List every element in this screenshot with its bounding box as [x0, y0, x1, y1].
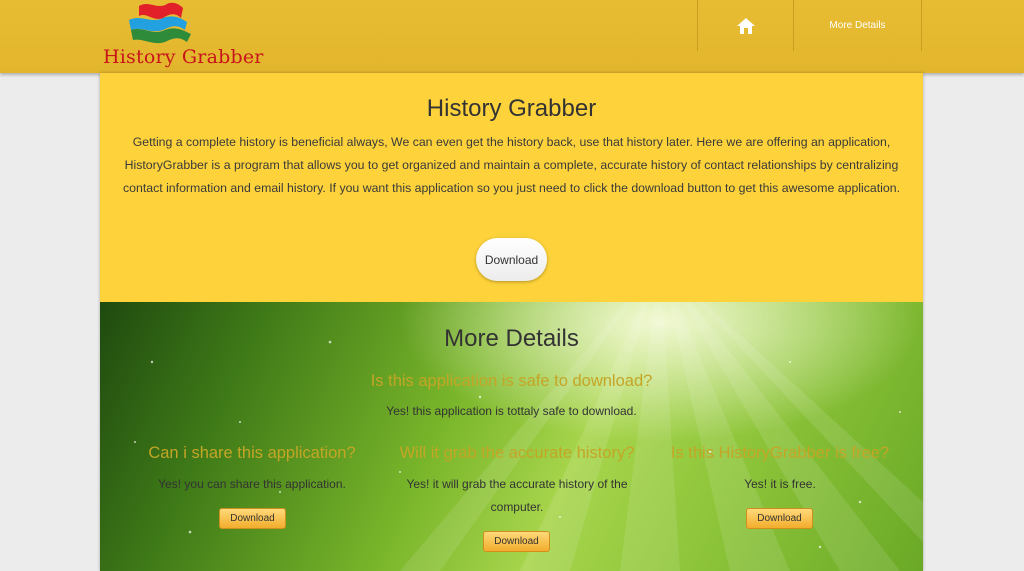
- faq-question: Will it grab the accurate history?: [399, 444, 635, 462]
- faq-answer: Yes! you can share this application.: [158, 477, 346, 491]
- logo-text: History Grabber: [103, 46, 264, 68]
- download-button[interactable]: Download: [746, 508, 813, 529]
- more-details-section: More Details Is this application is safe…: [100, 302, 923, 571]
- hero-download-button[interactable]: Download: [476, 238, 547, 281]
- hero-section: History Grabber Getting a complete histo…: [100, 73, 923, 302]
- home-icon: [736, 17, 755, 34]
- hero-title: History Grabber: [426, 95, 597, 122]
- faq-question: Can i share this application?: [148, 444, 356, 462]
- nav-more-details-link[interactable]: More Details: [794, 0, 921, 51]
- nav-home-link[interactable]: [698, 0, 793, 51]
- hero-description: Getting a complete history is beneficial…: [123, 135, 900, 195]
- faq-answer: Yes! it is free.: [744, 477, 816, 491]
- faq-question: Is this HistoryGrabber is free?: [670, 444, 890, 462]
- download-button[interactable]: Download: [219, 508, 286, 529]
- faq-answer: Yes! this application is tottaly safe to…: [386, 404, 637, 418]
- nav-divider: [921, 0, 922, 51]
- download-button[interactable]: Download: [483, 531, 550, 552]
- site-header: History Grabber More Details: [0, 0, 1024, 73]
- faq-answer: Yes! it will grab the accurate history o…: [406, 477, 628, 514]
- logo-waves-icon: [129, 2, 191, 44]
- main-container: History Grabber Getting a complete histo…: [100, 73, 923, 571]
- details-title: More Details: [444, 325, 579, 352]
- faq-question: Is this application is safe to download?: [370, 372, 653, 390]
